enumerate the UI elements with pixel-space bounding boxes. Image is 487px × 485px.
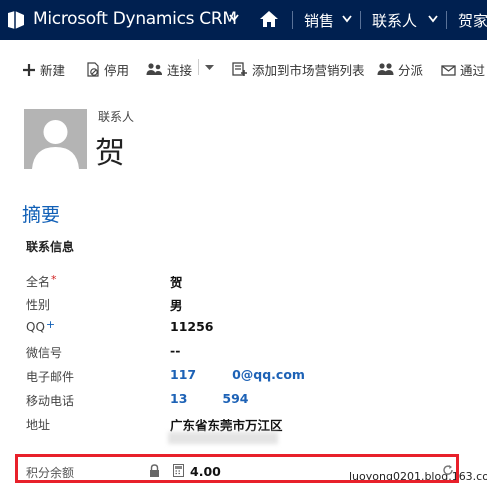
field-label: 性别 <box>26 298 51 312</box>
nav-item-contacts[interactable]: 联系人 <box>372 10 417 31</box>
field-row-fullname: 全名* 贺 <box>26 271 466 291</box>
new-button-label: 新建 <box>40 63 66 78</box>
required-marker: * <box>51 273 57 286</box>
wechat-value[interactable]: -- <box>170 343 180 358</box>
redacted-area <box>184 273 224 289</box>
redacted-area <box>168 432 278 444</box>
nav-item-sales[interactable]: 销售 <box>304 10 334 31</box>
field-label: 全名* <box>26 273 57 289</box>
nav-item-record[interactable]: 贺家 <box>458 10 487 31</box>
connect-button[interactable]: 连接 <box>146 60 192 79</box>
entity-type-label: 联系人 <box>98 110 135 124</box>
assign-button-label: 分派 <box>398 63 424 78</box>
redacted-area <box>226 320 281 336</box>
redacted-area <box>132 132 192 166</box>
new-button[interactable]: 新建 <box>22 60 65 79</box>
field-row-mobile: 移动电话 13 594 <box>26 390 466 410</box>
email-link-button[interactable]: 通过 <box>441 60 485 79</box>
split-separator <box>198 59 199 75</box>
email-link-icon <box>441 64 456 76</box>
email-link-label: 通过 <box>460 63 486 78</box>
recommended-marker: + <box>45 318 56 331</box>
record-name: 贺 <box>95 136 125 171</box>
group-title: 联系信息 <box>26 240 75 254</box>
app-title[interactable]: Microsoft Dynamics CRM <box>33 9 237 29</box>
deactivate-button[interactable]: 停用 <box>86 60 129 79</box>
nav-separator <box>446 11 447 29</box>
mobile-value[interactable]: 13 594 <box>170 391 249 406</box>
section-title: 摘要 <box>22 204 61 226</box>
dynamics-logo-icon[interactable] <box>6 11 26 29</box>
email-value[interactable]: 117 0@qq.com <box>170 367 305 382</box>
highlight-box <box>15 454 459 483</box>
connect-button-label: 连接 <box>167 63 193 78</box>
command-bar: 新建 停用 连接 添加到市场营销列表 分派 通过 <box>0 52 487 84</box>
field-row-qq: QQ+ 11256 <box>26 318 466 338</box>
plus-icon <box>23 63 35 76</box>
field-label: 微信号 <box>26 346 63 360</box>
field-label: QQ+ <box>26 318 56 334</box>
field-label: 地址 <box>26 418 51 432</box>
chevron-down-icon[interactable] <box>428 15 438 23</box>
chevron-down-icon[interactable] <box>342 15 352 23</box>
field-row-gender: 性别 男 <box>26 294 466 314</box>
add-to-list-label: 添加到市场营销列表 <box>252 63 365 78</box>
field-row-email: 电子邮件 117 0@qq.com <box>26 366 466 386</box>
chevron-down-icon[interactable] <box>229 14 239 22</box>
field-row-address: 地址 广东省东莞市万江区 <box>26 414 466 434</box>
assign-icon <box>377 63 394 75</box>
chevron-down-icon[interactable] <box>205 65 214 71</box>
field-label: 电子邮件 <box>26 370 75 384</box>
assign-button[interactable]: 分派 <box>377 60 423 79</box>
field-label: 移动电话 <box>26 394 75 408</box>
top-nav-bar: Microsoft Dynamics CRM 销售 联系人 贺家 <box>0 0 487 40</box>
nav-separator <box>292 11 293 29</box>
add-to-marketing-list-button[interactable]: 添加到市场营销列表 <box>232 60 365 79</box>
connect-icon <box>146 63 162 75</box>
deactivate-icon <box>87 62 99 77</box>
gender-value[interactable]: 男 <box>170 295 183 314</box>
refresh-icon[interactable] <box>442 464 454 476</box>
deactivate-button-label: 停用 <box>104 63 130 78</box>
fullname-value[interactable]: 贺 <box>170 272 183 291</box>
qq-value[interactable]: 11256 <box>170 319 214 334</box>
add-to-list-icon <box>232 62 247 76</box>
home-icon[interactable] <box>259 10 279 28</box>
avatar[interactable] <box>24 109 87 169</box>
person-silhouette-icon <box>32 120 79 169</box>
field-row-wechat: 微信号 -- <box>26 342 466 362</box>
nav-separator <box>360 11 361 29</box>
